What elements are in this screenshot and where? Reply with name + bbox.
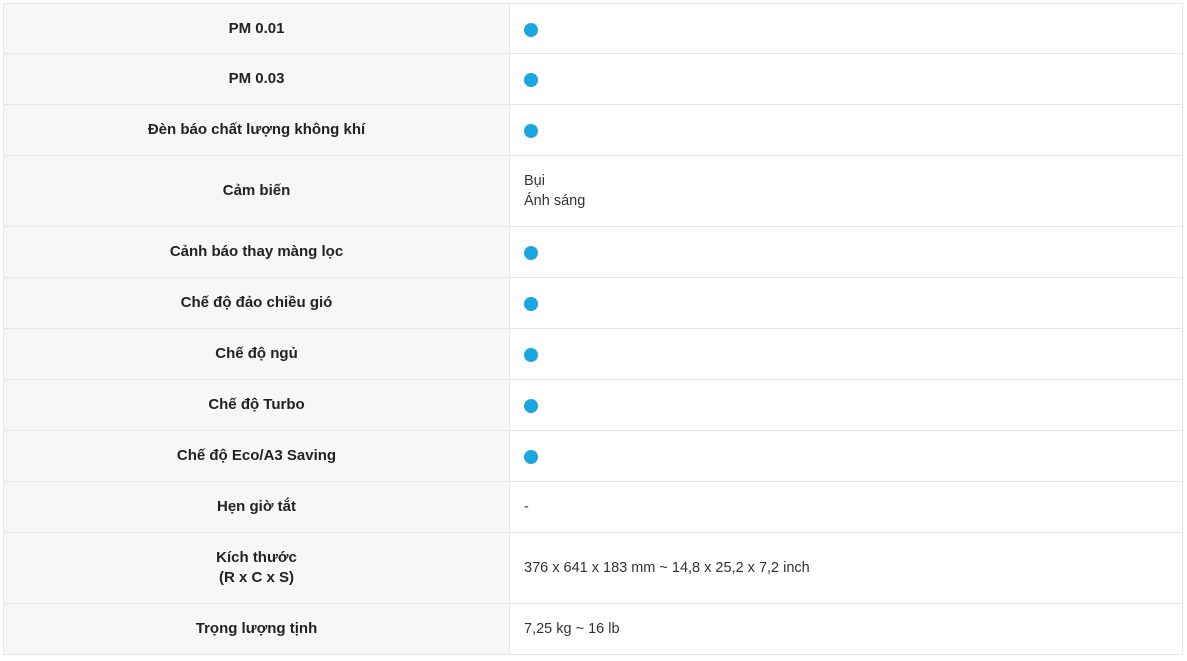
- filled-circle-icon: [524, 22, 538, 37]
- spec-label-cell: Trọng lượng tịnh: [3, 603, 510, 655]
- spec-row: Đèn báo chất lượng không khí: [3, 104, 1183, 156]
- spec-label: Chế độ ngủ: [215, 345, 298, 362]
- spec-value: 376 x 641 x 183 mm ~ 14,8 x 25,2 x 7,2 i…: [524, 560, 810, 576]
- spec-value-cell: [509, 3, 1183, 54]
- spec-label: Chế độ Turbo: [208, 396, 305, 413]
- spec-label-cell: Kích thước (R x C x S): [3, 532, 510, 604]
- spec-row: PM 0.03: [3, 53, 1183, 105]
- spec-row: Cảnh báo thay màng lọc: [3, 226, 1183, 278]
- spec-label: (R x C x S): [218, 569, 294, 586]
- spec-row: PM 0.01: [3, 3, 1183, 54]
- spec-value-cell: [509, 379, 1183, 431]
- filled-circle-icon: [524, 297, 538, 312]
- filled-circle-icon: [524, 73, 538, 88]
- spec-row: Kích thước (R x C x S) 376 x 641 x 183 mm …: [3, 532, 1183, 604]
- spec-label: Cảnh báo thay màng lọc: [169, 243, 344, 260]
- spec-label-cell: PM 0.01: [3, 3, 510, 54]
- filled-circle-icon: [524, 399, 538, 414]
- spec-label: Chế độ Eco/A3 Saving: [176, 447, 337, 464]
- spec-row: Trọng lượng tịnh 7,25 kg ~ 16 lb: [3, 603, 1183, 655]
- spec-value: Bụi: [524, 173, 545, 189]
- spec-label-cell: PM 0.03: [3, 53, 510, 105]
- spec-value: -: [524, 499, 529, 515]
- spec-row: Chế độ đảo chiều gió: [3, 277, 1183, 329]
- spec-label: Kích thước: [216, 549, 297, 566]
- spec-label-cell: Đèn báo chất lượng không khí: [3, 104, 510, 156]
- spec-label: Hẹn giờ tắt: [217, 498, 296, 515]
- spec-value-cell: [509, 328, 1183, 380]
- spec-value-cell: 7,25 kg ~ 16 lb: [509, 603, 1183, 655]
- spec-value: Ánh sáng: [524, 193, 586, 209]
- spec-value-cell: 376 x 641 x 183 mm ~ 14,8 x 25,2 x 7,2 i…: [509, 532, 1183, 604]
- spec-label: Cảm biến: [222, 182, 291, 199]
- spec-row: Chế độ Turbo: [3, 379, 1183, 431]
- filled-circle-icon: [524, 124, 538, 139]
- spec-row: Chế độ ngủ: [3, 328, 1183, 380]
- filled-circle-icon: [524, 450, 538, 465]
- spec-label-cell: Chế độ đảo chiều gió: [3, 277, 510, 329]
- spec-label-cell: Chế độ Eco/A3 Saving: [3, 430, 510, 482]
- spec-row: Hẹn giờ tắt -: [3, 481, 1183, 533]
- spec-table: PM 0.01 PM 0.03 Đèn báo chất lượng không k…: [3, 3, 1183, 655]
- spec-value-cell: [509, 53, 1183, 105]
- spec-label: PM 0.03: [228, 70, 285, 87]
- spec-label-cell: Chế độ Turbo: [3, 379, 510, 431]
- spec-label-cell: Hẹn giờ tắt: [3, 481, 510, 533]
- spec-label-cell: Cảnh báo thay màng lọc: [3, 226, 510, 278]
- spec-table-body: PM 0.01 PM 0.03 Đèn báo chất lượng không k…: [3, 3, 1183, 655]
- spec-value-cell: Bụi Ánh sáng: [509, 155, 1183, 227]
- spec-row: Cảm biến Bụi Ánh sáng: [3, 155, 1183, 227]
- spec-label: Trọng lượng tịnh: [195, 620, 318, 637]
- spec-label: Chế độ đảo chiều gió: [180, 294, 333, 311]
- spec-value: 7,25 kg ~ 16 lb: [524, 621, 620, 637]
- spec-label: PM 0.01: [228, 19, 285, 37]
- spec-value-cell: [509, 226, 1183, 278]
- spec-value-cell: [509, 430, 1183, 482]
- spec-label-cell: Chế độ ngủ: [3, 328, 510, 380]
- spec-value-cell: -: [509, 481, 1183, 533]
- spec-row: Chế độ Eco/A3 Saving: [3, 430, 1183, 482]
- spec-label-cell: Cảm biến: [3, 155, 510, 227]
- spec-label: Đèn báo chất lượng không khí: [147, 121, 366, 138]
- spec-value-cell: [509, 277, 1183, 329]
- filled-circle-icon: [524, 246, 538, 261]
- filled-circle-icon: [524, 348, 538, 363]
- spec-value-cell: [509, 104, 1183, 156]
